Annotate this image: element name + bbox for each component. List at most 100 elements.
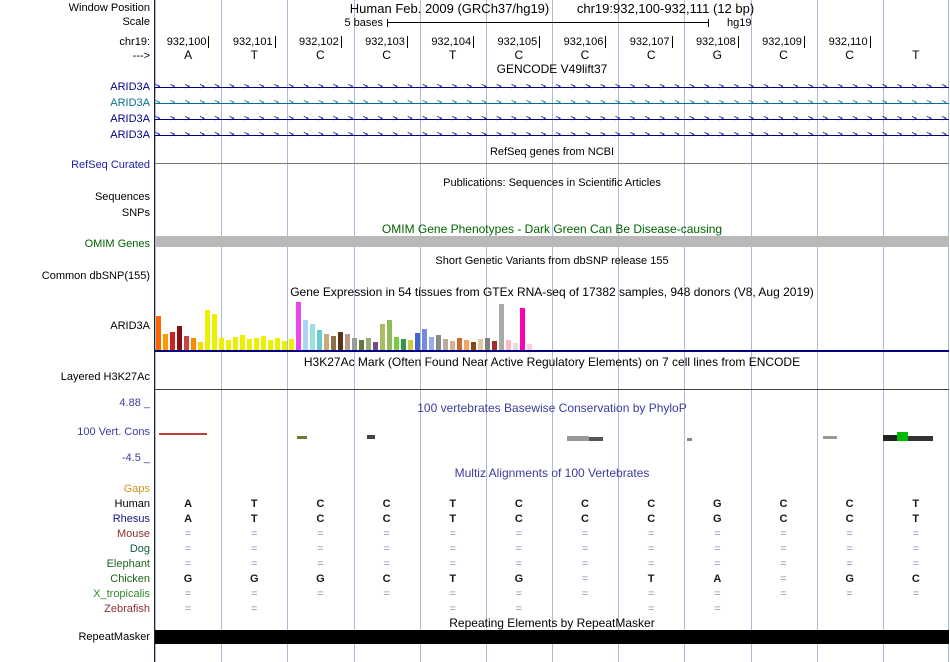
gtex-tissue-bar[interactable] xyxy=(296,302,301,350)
sidebar-item-multiz-species[interactable]: Human xyxy=(115,498,150,511)
gtex-tissue-bar[interactable] xyxy=(268,340,273,350)
gtex-tissue-bar[interactable] xyxy=(443,339,448,350)
sidebar-item-100-vert-cons[interactable]: 100 Vert. Cons xyxy=(77,426,150,439)
gtex-tissue-bar[interactable] xyxy=(499,304,504,350)
multiz-species-row[interactable] xyxy=(155,482,949,497)
gencode-transcript[interactable]: > > > > > > > > > > > > > > > > > > > > … xyxy=(155,97,949,110)
gtex-tissue-bar[interactable] xyxy=(317,330,322,350)
multiz-species-row[interactable]: = = = = = = xyxy=(155,602,949,617)
gtex-tissue-bar[interactable] xyxy=(247,339,252,350)
sidebar-item-refseq-curated[interactable]: RefSeq Curated xyxy=(71,159,150,172)
gtex-tissue-bar[interactable] xyxy=(436,335,441,350)
gtex-tissue-bar[interactable] xyxy=(450,341,455,350)
gtex-tissue-bar[interactable] xyxy=(471,342,476,350)
gtex-tissue-bar[interactable] xyxy=(464,340,469,350)
multiz-species-row[interactable]: = = = = = = = = = = = = xyxy=(155,527,949,542)
gtex-tissue-bar[interactable] xyxy=(366,338,371,350)
sidebar-item-multiz-species[interactable]: X_tropicalis xyxy=(93,588,150,601)
gtex-tissue-bar[interactable] xyxy=(408,340,413,350)
multiz-species-row[interactable]: = = = = = = = = = = = = xyxy=(155,542,949,557)
gtex-tissue-bar[interactable] xyxy=(331,336,336,350)
gtex-tissue-bar[interactable] xyxy=(457,338,462,350)
gtex-tissue-bar[interactable] xyxy=(212,314,217,350)
gtex-tissue-bar[interactable] xyxy=(422,329,427,350)
gtex-tissue-bar[interactable] xyxy=(324,334,329,350)
gtex-tissue-bar[interactable] xyxy=(240,335,245,350)
gtex-tissue-bar[interactable] xyxy=(373,342,378,350)
repeatmasker-bar[interactable] xyxy=(155,630,949,644)
sidebar-item-layered-h3k27ac[interactable]: Layered H3K27Ac xyxy=(61,371,150,384)
sidebar-item-gencode-gene[interactable]: ARID3A xyxy=(110,81,150,94)
gtex-tissue-bar[interactable] xyxy=(492,341,497,350)
sidebar-item-multiz-species[interactable]: Zebrafish xyxy=(104,603,150,616)
gtex-tissue-bar[interactable] xyxy=(170,332,175,350)
gtex-tissue-bar[interactable] xyxy=(352,338,357,350)
gtex-tissue-bar[interactable] xyxy=(345,334,350,350)
multiz-species-row[interactable]: ATCCTCCCGCCT xyxy=(155,497,949,512)
gtex-tissue-bar[interactable] xyxy=(261,336,266,350)
sidebar-item-gencode-gene[interactable]: ARID3A xyxy=(110,113,150,126)
gtex-tissue-bar[interactable] xyxy=(380,324,385,350)
sidebar-item-multiz-species[interactable]: Elephant xyxy=(107,558,150,571)
gtex-tissue-bar[interactable] xyxy=(359,340,364,350)
gtex-tissue-bar[interactable] xyxy=(478,339,483,350)
multiz-species-row[interactable]: = = = = = = = = = = = = xyxy=(155,587,949,602)
sidebar-item-multiz-species[interactable]: Gaps xyxy=(124,483,150,496)
sidebar-item-gtex-gene[interactable]: ARID3A xyxy=(110,320,150,333)
phylop-signal-mark xyxy=(567,436,589,441)
sidebar-item-multiz-species[interactable]: Mouse xyxy=(117,528,150,541)
gtex-tissue-bar[interactable] xyxy=(233,337,238,350)
gtex-tissue-bar[interactable] xyxy=(198,342,203,350)
gtex-tissue-bar[interactable] xyxy=(205,310,210,350)
gtex-tissue-bar[interactable] xyxy=(338,332,343,350)
gtex-tissue-bar[interactable] xyxy=(177,326,182,350)
multiz-species-row[interactable]: G G G C T G = T A = G C xyxy=(155,572,949,587)
sidebar-item-sequences[interactable]: Sequences xyxy=(95,191,150,204)
gtex-tissue-bar[interactable] xyxy=(415,333,420,350)
gtex-tissue-bar[interactable] xyxy=(191,338,196,350)
sidebar-item-gencode-gene[interactable]: ARID3A xyxy=(110,97,150,110)
phylop-conservation-track[interactable] xyxy=(155,412,949,462)
gtex-tissue-bar[interactable] xyxy=(401,339,406,350)
omim-gene-bar[interactable] xyxy=(155,236,949,247)
sidebar-item-multiz-species[interactable]: Chicken xyxy=(110,573,150,586)
multiz-cell: C xyxy=(514,513,523,525)
gtex-tissue-bar[interactable] xyxy=(520,308,525,350)
gtex-tissue-bar[interactable] xyxy=(506,340,511,350)
gtex-tissue-bar[interactable] xyxy=(310,324,315,350)
gtex-tissue-bar[interactable] xyxy=(303,320,308,350)
gtex-tissue-bar[interactable] xyxy=(275,338,280,350)
gtex-tissue-bar[interactable] xyxy=(289,339,294,350)
sidebar-item-multiz-species[interactable]: Dog xyxy=(130,543,150,556)
h3k27ac-track-line[interactable] xyxy=(155,389,949,390)
gencode-transcript[interactable]: > > > > > > > > > > > > > > > > > > > > … xyxy=(155,81,949,94)
gencode-transcript[interactable]: > > > > > > > > > > > > > > > > > > > > … xyxy=(155,129,949,142)
multiz-cell: = xyxy=(581,588,589,600)
sidebar-item-repeatmasker[interactable]: RepeatMasker xyxy=(78,631,150,644)
sidebar-item-gencode-gene[interactable]: ARID3A xyxy=(110,129,150,142)
scale-row-label: Scale xyxy=(122,16,150,28)
gtex-tissue-bar[interactable] xyxy=(394,337,399,350)
gtex-tissue-bar[interactable] xyxy=(387,320,392,350)
sidebar-item-snps[interactable]: SNPs xyxy=(122,207,150,220)
gtex-tissue-bar[interactable] xyxy=(219,338,224,350)
gtex-tissue-bar[interactable] xyxy=(513,343,518,350)
sidebar-item-common-dbsnp[interactable]: Common dbSNP(155) xyxy=(42,270,150,283)
gencode-transcript[interactable]: > > > > > > > > > > > > > > > > > > > > … xyxy=(155,113,949,126)
multiz-species-row[interactable]: = = = = = = = = = = = = xyxy=(155,557,949,572)
gtex-tissue-bar[interactable] xyxy=(156,316,161,350)
sidebar-item-omim-genes[interactable]: OMIM Genes xyxy=(85,238,150,251)
gtex-tissue-bar[interactable] xyxy=(429,337,434,350)
gtex-tissue-bar[interactable] xyxy=(163,334,168,350)
gtex-tissue-bar[interactable] xyxy=(254,338,259,350)
multiz-cell: = xyxy=(251,588,258,600)
multiz-cell: = xyxy=(581,573,589,585)
multiz-cell xyxy=(287,482,353,497)
sidebar-item-multiz-species[interactable]: Rhesus xyxy=(113,513,150,526)
multiz-species-row[interactable]: ATCCTCCCGCCT xyxy=(155,512,949,527)
gtex-tissue-bar[interactable] xyxy=(184,336,189,350)
gtex-tissue-bar[interactable] xyxy=(485,338,490,350)
gtex-tissue-bar[interactable] xyxy=(226,340,231,350)
refseq-track-line[interactable] xyxy=(155,163,949,164)
gtex-tissue-bar[interactable] xyxy=(282,341,287,350)
